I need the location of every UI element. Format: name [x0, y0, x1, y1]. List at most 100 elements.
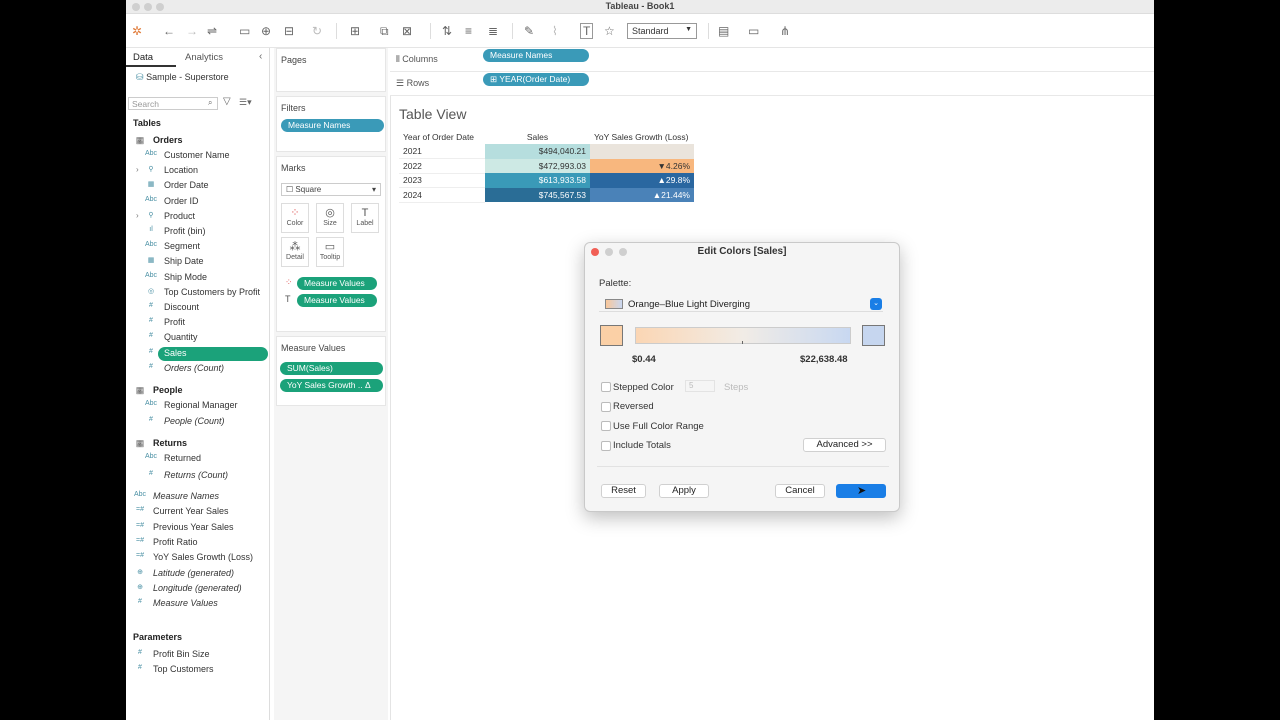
view-size-select[interactable]: Standard ▼	[627, 23, 697, 39]
cell-yoy[interactable]: ▲21.44%	[590, 187, 694, 202]
cell-year[interactable]: 2023	[399, 173, 485, 188]
table-people[interactable]: ⌄ ▦ People	[126, 384, 270, 398]
cell-sales[interactable]: $494,040.21	[485, 144, 590, 159]
field-measure-values[interactable]: # Measure Values	[126, 597, 270, 611]
field-profit-bin[interactable]: ıl Profit (bin)	[126, 225, 270, 239]
cell-yoy[interactable]	[590, 144, 694, 159]
fix-axes-icon[interactable]: ☆	[604, 24, 615, 38]
field-returned[interactable]: Abc Returned	[126, 452, 270, 466]
columns-pill-measure-names[interactable]: Measure Names	[483, 49, 589, 62]
field-product[interactable]: › ⚲ Product	[126, 210, 270, 224]
marks-pill-label-measure-values[interactable]: Measure Values	[297, 294, 377, 307]
reset-button[interactable]: Reset	[601, 484, 646, 498]
steps-stepper[interactable]: 5	[685, 380, 715, 392]
field-top-customers[interactable]: # Top Customers	[126, 663, 270, 677]
field-discount[interactable]: # Discount	[126, 301, 270, 315]
field-location[interactable]: › ⚲ Location	[126, 164, 270, 178]
connect-data-icon[interactable]: ⇌	[207, 24, 217, 38]
column-header-year[interactable]: Year of Order Date	[399, 130, 485, 144]
field-previous-year-sales[interactable]: =# Previous Year Sales	[126, 521, 270, 535]
table-returns[interactable]: ⌄ ▦ Returns	[126, 437, 270, 451]
filter-icon[interactable]: ▽	[223, 96, 231, 107]
back-icon[interactable]: ←	[163, 24, 175, 38]
palette-select[interactable]: Orange–Blue Light Diverging ⌄	[599, 297, 883, 312]
field-quantity[interactable]: # Quantity	[126, 331, 270, 345]
column-header-sales[interactable]: Sales	[485, 130, 590, 144]
measure-pill-yoy-growth[interactable]: YoY Sales Growth .. Δ	[280, 379, 383, 392]
rows-shelf[interactable]: ☰ Rows ⊞ YEAR(Order Date)	[390, 72, 1154, 96]
presentation-mode-icon[interactable]: ▭	[748, 24, 759, 38]
marks-size-button[interactable]: ◎ Size	[316, 203, 344, 233]
mark-type-select[interactable]: ☐ Square ▾	[281, 183, 381, 196]
field-ship-date[interactable]: ▦ Ship Date	[126, 255, 270, 269]
field-top-customers-by-profit[interactable]: ◎ Top Customers by Profit	[126, 286, 270, 300]
field-customer-name[interactable]: Abc Customer Name	[126, 149, 270, 163]
reversed-checkbox[interactable]	[601, 402, 611, 412]
highlight-icon[interactable]: ✎	[524, 24, 534, 38]
include-totals-checkbox[interactable]	[601, 441, 611, 451]
tab-data[interactable]: Data	[133, 52, 153, 63]
apply-button[interactable]: Apply	[659, 484, 709, 498]
tableau-logo-icon[interactable]: ✲	[132, 24, 142, 38]
field-segment[interactable]: Abc Segment	[126, 240, 270, 254]
field-sales[interactable]: # Sales	[126, 346, 270, 361]
search-input[interactable]: Search	[128, 97, 218, 110]
pages-card[interactable]: Pages	[276, 48, 386, 92]
field-people-count[interactable]: # People (Count)	[126, 415, 270, 429]
filters-card[interactable]: Filters Measure Names	[276, 96, 386, 152]
field-longitude-generated[interactable]: ⊕ Longitude (generated)	[126, 582, 270, 596]
marks-detail-button[interactable]: ⁂ Detail	[281, 237, 309, 267]
new-datasource-icon[interactable]: ⊕	[261, 24, 271, 38]
measure-pill-sum-sales[interactable]: SUM(Sales)	[280, 362, 383, 375]
cancel-button[interactable]: Cancel	[775, 484, 825, 498]
chevron-right-icon[interactable]: ›	[136, 211, 139, 220]
start-color-swatch[interactable]	[600, 325, 623, 346]
marks-label-button[interactable]: T Label	[351, 203, 379, 233]
rows-pill-year-order-date[interactable]: ⊞ YEAR(Order Date)	[483, 73, 589, 86]
stepped-color-checkbox[interactable]	[601, 382, 611, 392]
cell-sales[interactable]: $613,933.58	[485, 173, 590, 188]
tab-analytics[interactable]: Analytics	[185, 52, 223, 63]
field-returns-count[interactable]: # Returns (Count)	[126, 469, 270, 483]
view-options-icon[interactable]: ☰▾	[239, 97, 252, 108]
cell-yoy[interactable]: ▲29.8%	[590, 173, 694, 188]
swap-rows-columns-icon[interactable]: ⇅	[442, 24, 452, 38]
table-orders[interactable]: ⌄ ▦ Orders	[126, 134, 270, 148]
group-icon[interactable]: ⌇	[552, 24, 558, 38]
field-latitude-generated[interactable]: ⊕ Latitude (generated)	[126, 567, 270, 581]
field-ship-mode[interactable]: Abc Ship Mode	[126, 271, 270, 285]
new-worksheet-icon[interactable]: ⊞	[350, 24, 360, 38]
show-cards-icon[interactable]: ▤	[718, 24, 729, 38]
cell-yoy[interactable]: ▼4.26%	[590, 158, 694, 173]
save-icon[interactable]: ▭	[239, 24, 250, 38]
share-icon[interactable]: ⋔	[780, 24, 790, 38]
cell-year[interactable]: 2024	[399, 187, 485, 203]
field-profit-ratio[interactable]: =# Profit Ratio	[126, 536, 270, 550]
full-range-checkbox[interactable]	[601, 421, 611, 431]
field-measure-names[interactable]: Abc Measure Names	[126, 490, 270, 504]
cell-year[interactable]: 2022	[399, 158, 485, 174]
filter-pill-measure-names[interactable]: Measure Names	[281, 119, 384, 132]
refresh-icon[interactable]: ↻	[312, 24, 322, 38]
field-profit[interactable]: # Profit	[126, 316, 270, 330]
field-order-id[interactable]: Abc Order ID	[126, 195, 270, 209]
field-orders-count[interactable]: # Orders (Count)	[126, 362, 270, 376]
field-current-year-sales[interactable]: =# Current Year Sales	[126, 505, 270, 519]
cell-sales[interactable]: $472,993.03	[485, 158, 590, 173]
clear-sheet-icon[interactable]: ⊠	[402, 24, 412, 38]
columns-shelf[interactable]: ⫴ Columns Measure Names	[390, 48, 1154, 72]
field-regional-manager[interactable]: Abc Regional Manager	[126, 399, 270, 413]
forward-icon[interactable]: →	[186, 24, 198, 38]
field-yoy-sales-growth-loss[interactable]: =# YoY Sales Growth (Loss)	[126, 551, 270, 565]
sort-descending-icon[interactable]: ≣	[488, 24, 498, 38]
cell-sales[interactable]: $745,567.53	[485, 187, 590, 202]
field-order-date[interactable]: ▦ Order Date	[126, 179, 270, 193]
end-color-swatch[interactable]	[862, 325, 885, 346]
duplicate-sheet-icon[interactable]: ⧉	[380, 24, 389, 38]
field-profit-bin-size[interactable]: # Profit Bin Size	[126, 648, 270, 662]
marks-pill-color-measure-values[interactable]: Measure Values	[297, 277, 377, 290]
chevron-right-icon[interactable]: ›	[136, 165, 139, 174]
data-source[interactable]: ⛁ Sample - Superstore	[136, 72, 229, 83]
marks-tooltip-button[interactable]: ▭ Tooltip	[316, 237, 344, 267]
pause-updates-icon[interactable]: ⊟	[284, 24, 294, 38]
